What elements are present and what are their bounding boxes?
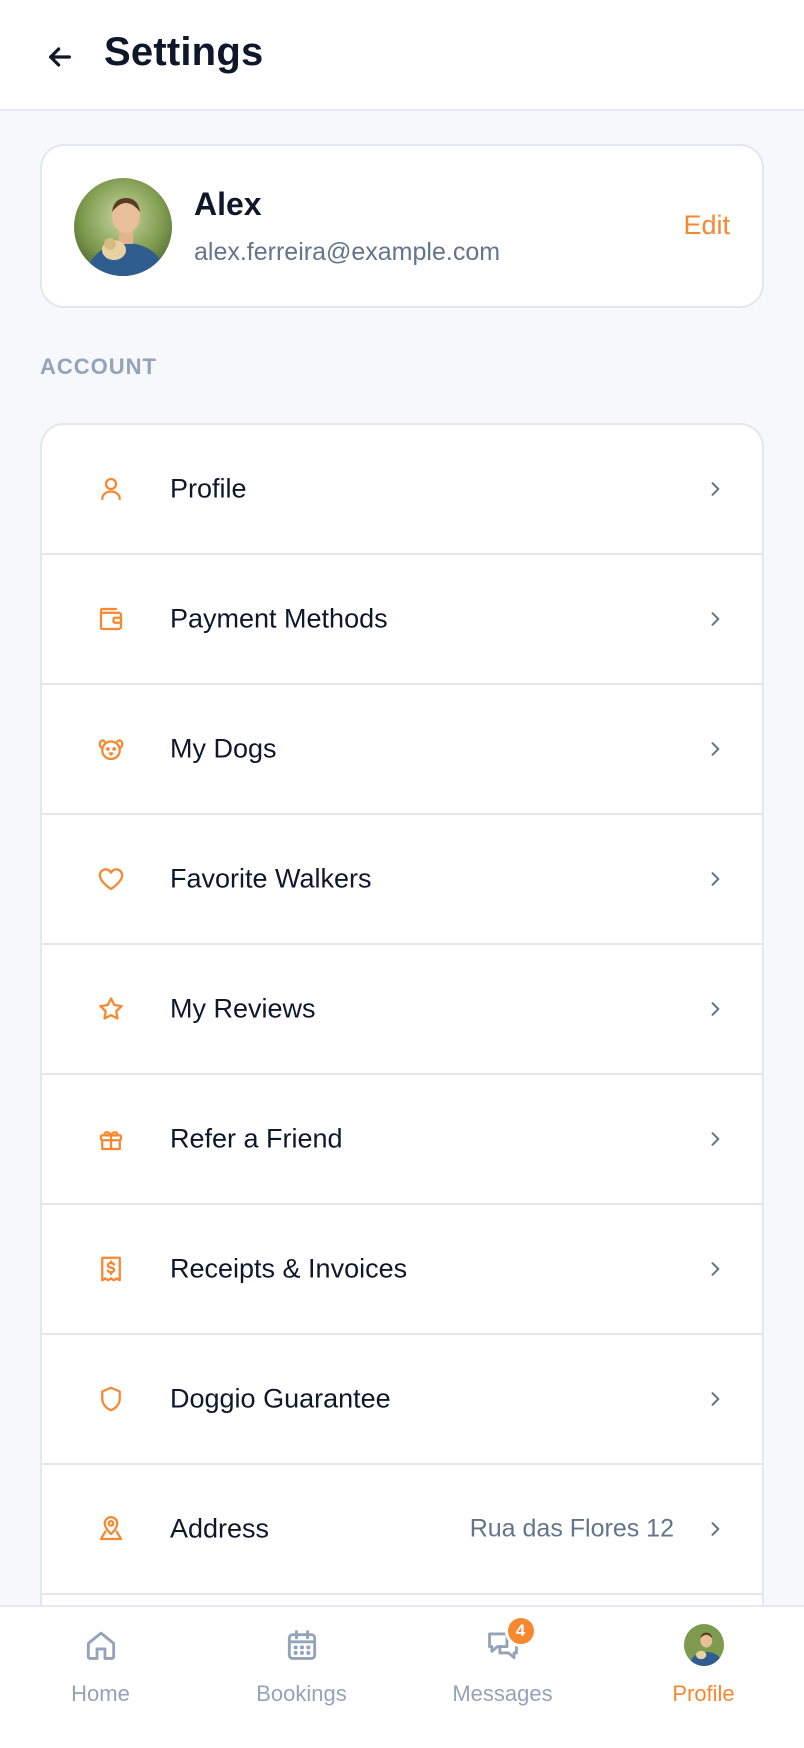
menu-item-label: My Dogs (170, 733, 277, 764)
profile-email: alex.ferreira@example.com (194, 238, 501, 266)
top-bar: Settings (0, 0, 804, 111)
gift-icon (94, 1122, 128, 1156)
menu-item-receipts-invoices[interactable]: Receipts & Invoices (42, 1205, 762, 1335)
edit-profile-link[interactable]: Edit (683, 210, 730, 241)
chevron-right-icon (704, 478, 726, 500)
nav-item-home[interactable]: Home (0, 1607, 201, 1748)
nav-label: Bookings (256, 1681, 347, 1706)
menu-item-label: Doggio Guarantee (170, 1383, 391, 1414)
unread-badge: 4 (504, 1615, 537, 1647)
nav-label: Profile (672, 1681, 735, 1706)
section-label-account: ACCOUNT (40, 354, 157, 379)
menu-item-label: My Reviews (170, 993, 316, 1024)
menu-item-label: Address (170, 1513, 270, 1544)
page-title: Settings (104, 30, 264, 74)
menu-item-label: Refer a Friend (170, 1123, 343, 1154)
heart-icon (94, 862, 128, 896)
arrow-left-icon (49, 47, 71, 67)
menu-item-label: Favorite Walkers (170, 863, 372, 894)
wallet-icon (94, 602, 128, 636)
nav-label: Messages (452, 1681, 553, 1706)
home-icon (81, 1625, 121, 1665)
chevron-right-icon (704, 1388, 726, 1410)
back-button[interactable] (40, 37, 80, 77)
shield-icon (94, 1382, 128, 1416)
menu-item-refer-a-friend[interactable]: Refer a Friend (42, 1075, 762, 1205)
chevron-right-icon (704, 868, 726, 890)
chevron-right-icon (704, 738, 726, 760)
address-value: Rua das Flores 12 (469, 1514, 674, 1543)
menu-item-label: Profile (170, 473, 247, 504)
user-icon (94, 472, 128, 506)
menu-item-doggio-guarantee[interactable]: Doggio Guarantee (42, 1335, 762, 1465)
profile-name: Alex (194, 186, 262, 222)
nav-item-profile[interactable]: Profile (603, 1607, 804, 1748)
chevron-right-icon (704, 1258, 726, 1280)
account-menu: Profile Payment Methods My Dogs Favorite… (40, 423, 764, 1748)
calendar-icon (282, 1625, 322, 1665)
menu-item-label: Payment Methods (170, 603, 388, 634)
chevron-right-icon (704, 608, 726, 630)
chevron-right-icon (704, 998, 726, 1020)
map-pin-icon (94, 1512, 128, 1546)
menu-item-favorite-walkers[interactable]: Favorite Walkers (42, 815, 762, 945)
nav-item-bookings[interactable]: Bookings (201, 1607, 402, 1748)
receipt-icon (94, 1252, 128, 1286)
nav-label: Home (71, 1681, 130, 1706)
menu-item-label: Receipts & Invoices (170, 1253, 408, 1284)
menu-item-address[interactable]: Address Rua das Flores 12 (42, 1465, 762, 1595)
chevron-right-icon (704, 1518, 726, 1540)
menu-item-my-dogs[interactable]: My Dogs (42, 685, 762, 815)
profile-card: Alex alex.ferreira@example.com Edit (40, 144, 764, 308)
menu-item-payment-methods[interactable]: Payment Methods (42, 555, 762, 685)
dog-icon (94, 732, 128, 766)
menu-item-my-reviews[interactable]: My Reviews (42, 945, 762, 1075)
settings-screen: Settings Alex alex.ferreira@example.com (0, 0, 804, 1748)
chevron-right-icon (704, 1128, 726, 1150)
menu-item-profile[interactable]: Profile (42, 425, 762, 555)
avatar (683, 1624, 724, 1666)
nav-item-messages[interactable]: 4 Messages (402, 1607, 603, 1748)
avatar (74, 178, 172, 276)
star-icon (94, 992, 128, 1026)
bottom-nav: Home Bookings 4 Messages Profile (0, 1605, 804, 1748)
